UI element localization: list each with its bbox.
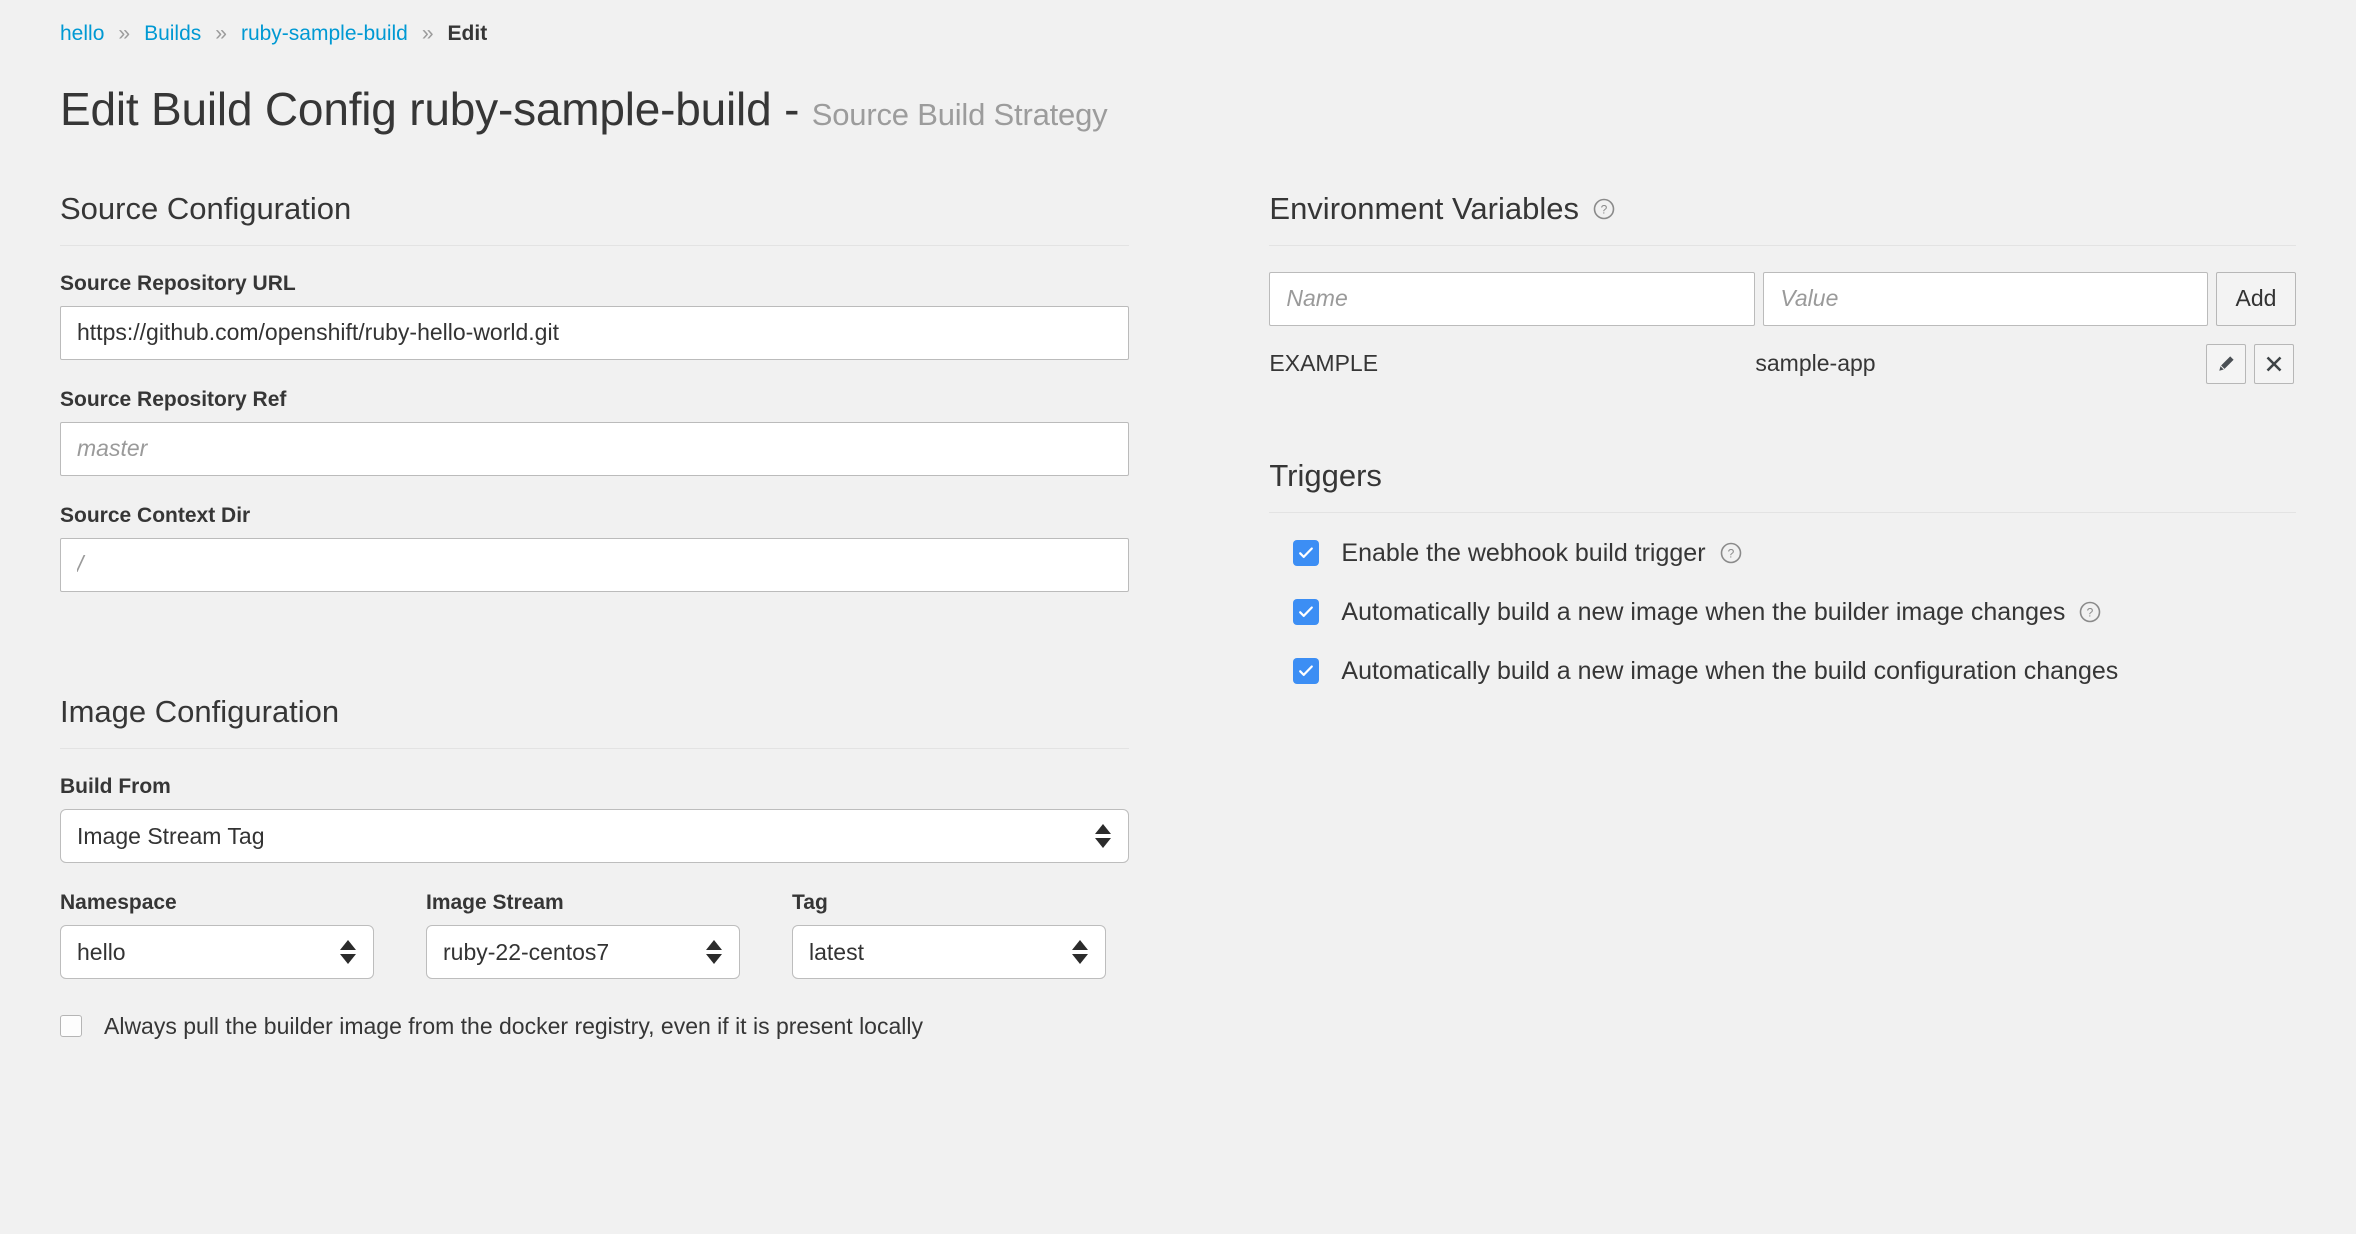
- build-config-trigger-label: Automatically build a new image when the…: [1341, 656, 2119, 685]
- tag-select-wrap: latest: [792, 924, 1106, 979]
- field-namespace: Namespace hello: [60, 891, 374, 979]
- source-repository-ref-input[interactable]: [60, 421, 1130, 476]
- source-configuration-heading: Source Configuration: [60, 191, 1129, 245]
- breadcrumb-separator-icon: »: [215, 22, 227, 45]
- triggers-heading: Triggers: [1269, 458, 2296, 512]
- close-x-icon[interactable]: [2254, 343, 2294, 384]
- image-configuration-heading: Image Configuration: [60, 694, 1129, 748]
- image-stream-label: Image Stream: [426, 890, 564, 914]
- help-circle-icon[interactable]: ?: [1593, 198, 1615, 220]
- breadcrumb-separator-icon: »: [421, 22, 434, 45]
- always-pull-row: Always pull the builder image from the d…: [60, 1013, 1129, 1040]
- environment-variable-add-row: Add: [1269, 271, 2296, 326]
- breadcrumb-item-build-config[interactable]: ruby-sample-build: [241, 22, 408, 46]
- image-source-row: Namespace hello Image Stream ruby-22-cen…: [60, 891, 1129, 979]
- environment-variables-heading: Environment Variables ?: [1269, 191, 2296, 245]
- svg-text:?: ?: [2087, 606, 2094, 620]
- help-circle-icon[interactable]: ?: [2079, 601, 2101, 623]
- image-stream-select[interactable]: ruby-22-centos7: [426, 924, 740, 979]
- source-configuration-title: Source Configuration: [60, 190, 352, 226]
- edit-build-config-page: hello » Builds » ruby-sample-build » Edi…: [0, 0, 2356, 1234]
- triggers-list: Enable the webhook build trigger ? Autom…: [1269, 539, 2296, 686]
- svg-text:?: ?: [1601, 202, 1608, 216]
- left-column: Source Configuration Source Repository U…: [60, 191, 1130, 1040]
- breadcrumb-item-current: Edit: [447, 22, 488, 45]
- build-config-trigger-label-wrap: Automatically build a new image when the…: [1341, 657, 2118, 686]
- namespace-label: Namespace: [60, 890, 177, 914]
- env-var-value: sample-app: [1755, 350, 1876, 377]
- trigger-row-webhook: Enable the webhook build trigger ?: [1269, 539, 2296, 568]
- page-title-text: Edit Build Config ruby-sample-build: [60, 83, 772, 135]
- field-tag: Tag latest: [792, 891, 1106, 979]
- right-column: Environment Variables ? Add EXAMPLE samp…: [1269, 191, 2296, 1040]
- image-configuration-title: Image Configuration: [60, 693, 340, 729]
- field-build-from: Build From Image Stream Tag: [60, 774, 1130, 863]
- section-divider: [60, 244, 1130, 246]
- builder-image-trigger-checkbox[interactable]: [1293, 599, 1320, 626]
- source-context-dir-label: Source Context Dir: [60, 503, 251, 527]
- tag-select[interactable]: latest: [792, 924, 1106, 979]
- breadcrumb-separator-icon: »: [118, 22, 131, 45]
- page-subtitle: Source Build Strategy: [811, 97, 1108, 132]
- namespace-select-wrap: hello: [60, 924, 374, 979]
- add-env-var-button[interactable]: Add: [2216, 271, 2296, 326]
- page-title-dash-char: -: [784, 83, 800, 135]
- section-divider: [60, 747, 1130, 749]
- image-stream-select-wrap: ruby-22-centos7: [426, 924, 740, 979]
- build-from-select[interactable]: Image Stream Tag: [60, 808, 1130, 863]
- always-pull-label: Always pull the builder image from the d…: [104, 1012, 923, 1039]
- pencil-icon[interactable]: [2206, 343, 2246, 384]
- builder-image-trigger-label: Automatically build a new image when the…: [1341, 597, 2066, 626]
- breadcrumb: hello » Builds » ruby-sample-build » Edi…: [60, 0, 2296, 58]
- namespace-select[interactable]: hello: [60, 924, 374, 979]
- field-source-repository-ref: Source Repository Ref: [60, 387, 1130, 476]
- builder-image-trigger-label-wrap: Automatically build a new image when the…: [1341, 598, 2101, 627]
- field-image-stream: Image Stream ruby-22-centos7: [426, 891, 740, 979]
- env-name-input[interactable]: [1269, 271, 1756, 326]
- help-circle-icon[interactable]: ?: [1720, 542, 1742, 564]
- source-context-dir-input[interactable]: [60, 537, 1130, 592]
- build-from-label: Build From: [60, 774, 171, 798]
- page-title-dash: [771, 83, 784, 135]
- trigger-row-build-config: Automatically build a new image when the…: [1269, 657, 2296, 686]
- env-value-input[interactable]: [1763, 271, 2208, 326]
- build-from-select-wrap: Image Stream Tag: [60, 808, 1130, 863]
- field-source-context-dir: Source Context Dir: [60, 503, 1130, 592]
- env-var-name: EXAMPLE: [1269, 350, 1379, 377]
- field-source-repository-url: Source Repository URL: [60, 271, 1130, 360]
- svg-text:?: ?: [1727, 547, 1734, 561]
- tag-label: Tag: [792, 890, 828, 914]
- breadcrumb-item-builds[interactable]: Builds: [144, 22, 201, 46]
- source-repository-ref-label: Source Repository Ref: [60, 387, 287, 411]
- section-divider: [1269, 511, 2296, 513]
- source-repository-url-input[interactable]: [60, 305, 1130, 360]
- webhook-trigger-label-wrap: Enable the webhook build trigger ?: [1341, 539, 1741, 568]
- breadcrumb-item-project[interactable]: hello: [60, 22, 104, 46]
- page-title: Edit Build Config ruby-sample-build - So…: [60, 84, 2296, 135]
- triggers-title: Triggers: [1269, 457, 1382, 493]
- webhook-trigger-label: Enable the webhook build trigger: [1341, 538, 1706, 567]
- source-repository-url-label: Source Repository URL: [60, 271, 296, 295]
- webhook-trigger-checkbox[interactable]: [1293, 540, 1320, 567]
- environment-variables-title: Environment Variables: [1269, 190, 1579, 226]
- form-columns: Source Configuration Source Repository U…: [60, 191, 2296, 1040]
- trigger-row-builder-image: Automatically build a new image when the…: [1269, 598, 2296, 627]
- section-divider: [1269, 244, 2296, 246]
- always-pull-checkbox[interactable]: [60, 1015, 82, 1038]
- build-config-trigger-checkbox[interactable]: [1293, 658, 1320, 685]
- env-var-actions: [2206, 343, 2294, 384]
- env-var-row: EXAMPLE sample-app: [1269, 343, 2296, 384]
